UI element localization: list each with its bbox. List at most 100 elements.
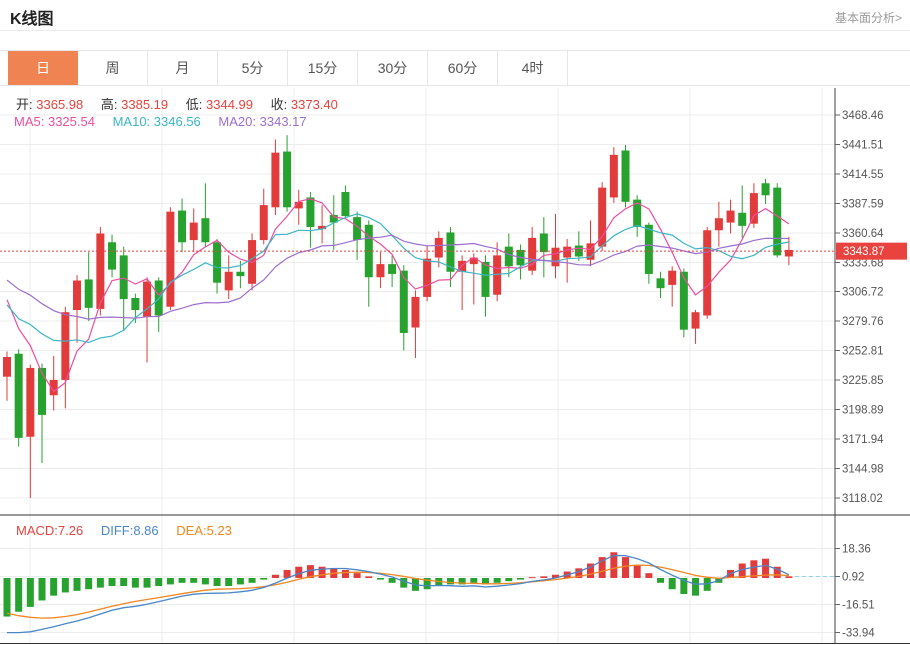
candle bbox=[750, 193, 758, 224]
candle bbox=[26, 368, 34, 437]
macd-bar bbox=[377, 578, 384, 580]
macd-bar bbox=[39, 578, 46, 600]
tab-4hour[interactable]: 4时 bbox=[498, 51, 568, 85]
candle bbox=[727, 211, 735, 223]
candle bbox=[481, 262, 489, 297]
candle bbox=[306, 197, 314, 227]
macd-bar bbox=[354, 573, 361, 578]
candles-layer bbox=[3, 135, 793, 498]
macd-bar bbox=[645, 573, 652, 578]
candle bbox=[61, 312, 69, 380]
candle bbox=[540, 234, 548, 253]
macd-bar bbox=[249, 578, 256, 583]
candle bbox=[388, 264, 396, 274]
candle bbox=[668, 271, 676, 285]
candle bbox=[598, 188, 606, 247]
macd-bar bbox=[4, 578, 11, 617]
candle bbox=[762, 183, 770, 195]
macd-bar bbox=[447, 578, 454, 584]
candle bbox=[201, 218, 209, 242]
macd-bar bbox=[669, 578, 676, 589]
tab-30min[interactable]: 30分 bbox=[358, 51, 428, 85]
candle bbox=[236, 272, 244, 276]
candle bbox=[166, 212, 174, 307]
candle bbox=[505, 247, 513, 267]
macd-bar bbox=[85, 578, 92, 589]
price-tick-label: 3306.72 bbox=[842, 287, 884, 299]
candle bbox=[551, 248, 559, 267]
price-tick-label: 3225.85 bbox=[842, 375, 884, 387]
candle bbox=[15, 354, 23, 438]
macd-bar bbox=[470, 578, 477, 583]
price-tick-label: 3387.59 bbox=[842, 198, 884, 210]
tab-day[interactable]: 日 bbox=[8, 51, 78, 85]
macd-bar bbox=[214, 578, 221, 586]
candle bbox=[622, 150, 630, 201]
tab-week[interactable]: 周 bbox=[78, 51, 148, 85]
macd-bar bbox=[517, 578, 524, 580]
candle bbox=[738, 213, 746, 226]
price-tick-label: 3441.51 bbox=[842, 139, 884, 151]
candle bbox=[610, 155, 618, 198]
candle bbox=[435, 238, 443, 258]
header-divider bbox=[0, 30, 910, 31]
candle bbox=[703, 230, 711, 315]
candle bbox=[376, 264, 384, 277]
macd-bar bbox=[237, 578, 244, 584]
candle bbox=[411, 297, 419, 328]
macd-bar bbox=[74, 578, 81, 591]
macd-bar bbox=[155, 578, 162, 586]
current-price-badge: 3343.87 bbox=[836, 243, 907, 260]
macd-bar bbox=[389, 578, 396, 583]
candle bbox=[423, 259, 431, 297]
macd-bar bbox=[225, 578, 232, 586]
macd-tick-label: -16.51 bbox=[842, 600, 875, 612]
kline-macd-chart[interactable]: 3468.463441.513414.553387.593360.643333.… bbox=[0, 88, 910, 645]
macd-layer bbox=[4, 552, 836, 632]
macd-bar bbox=[692, 578, 699, 596]
current-price-badge-text: 3343.87 bbox=[843, 246, 885, 258]
price-tick-label: 3279.76 bbox=[842, 316, 884, 328]
macd-bar bbox=[202, 578, 209, 584]
macd-bar bbox=[272, 575, 279, 578]
grid-layer bbox=[0, 88, 835, 644]
tab-15min[interactable]: 15分 bbox=[288, 51, 358, 85]
dea-line bbox=[7, 565, 789, 618]
macd-bar bbox=[494, 578, 501, 583]
candle bbox=[563, 247, 571, 258]
candle bbox=[3, 357, 11, 377]
tab-5min[interactable]: 5分 bbox=[218, 51, 288, 85]
macd-bar bbox=[634, 565, 641, 578]
macd-bar bbox=[400, 578, 407, 588]
candle bbox=[341, 192, 349, 216]
macd-bar bbox=[62, 578, 69, 592]
interval-tab-bar: 日 周 月 5分 15分 30分 60分 4时 bbox=[0, 50, 910, 86]
price-tick-label: 3118.02 bbox=[842, 493, 883, 505]
candle bbox=[38, 368, 46, 415]
macd-bar bbox=[785, 576, 792, 578]
candle bbox=[73, 281, 81, 311]
macd-tick-label: 0.92 bbox=[842, 572, 864, 584]
candle bbox=[120, 255, 128, 299]
fundamental-analysis-link[interactable]: 基本面分析> bbox=[835, 9, 902, 26]
macd-bar bbox=[657, 578, 664, 583]
candle bbox=[108, 242, 116, 269]
macd-tick-label: -33.94 bbox=[842, 628, 875, 640]
frame-layer bbox=[0, 88, 910, 644]
price-tick-label: 3414.55 bbox=[842, 169, 884, 181]
tab-month[interactable]: 月 bbox=[148, 51, 218, 85]
price-tick-label: 3198.89 bbox=[842, 405, 884, 417]
macd-bar bbox=[179, 578, 186, 583]
candle bbox=[178, 211, 186, 243]
candle bbox=[657, 278, 665, 288]
macd-bar bbox=[622, 557, 629, 578]
macd-bar bbox=[342, 570, 349, 578]
candle bbox=[715, 218, 723, 230]
price-tick-label: 3360.64 bbox=[842, 228, 884, 240]
macd-bar bbox=[529, 577, 536, 578]
macd-bar bbox=[167, 578, 174, 584]
tab-60min[interactable]: 60分 bbox=[428, 51, 498, 85]
macd-bar bbox=[97, 578, 104, 588]
price-tick-label: 3144.98 bbox=[842, 463, 884, 475]
macd-bar bbox=[50, 578, 57, 596]
